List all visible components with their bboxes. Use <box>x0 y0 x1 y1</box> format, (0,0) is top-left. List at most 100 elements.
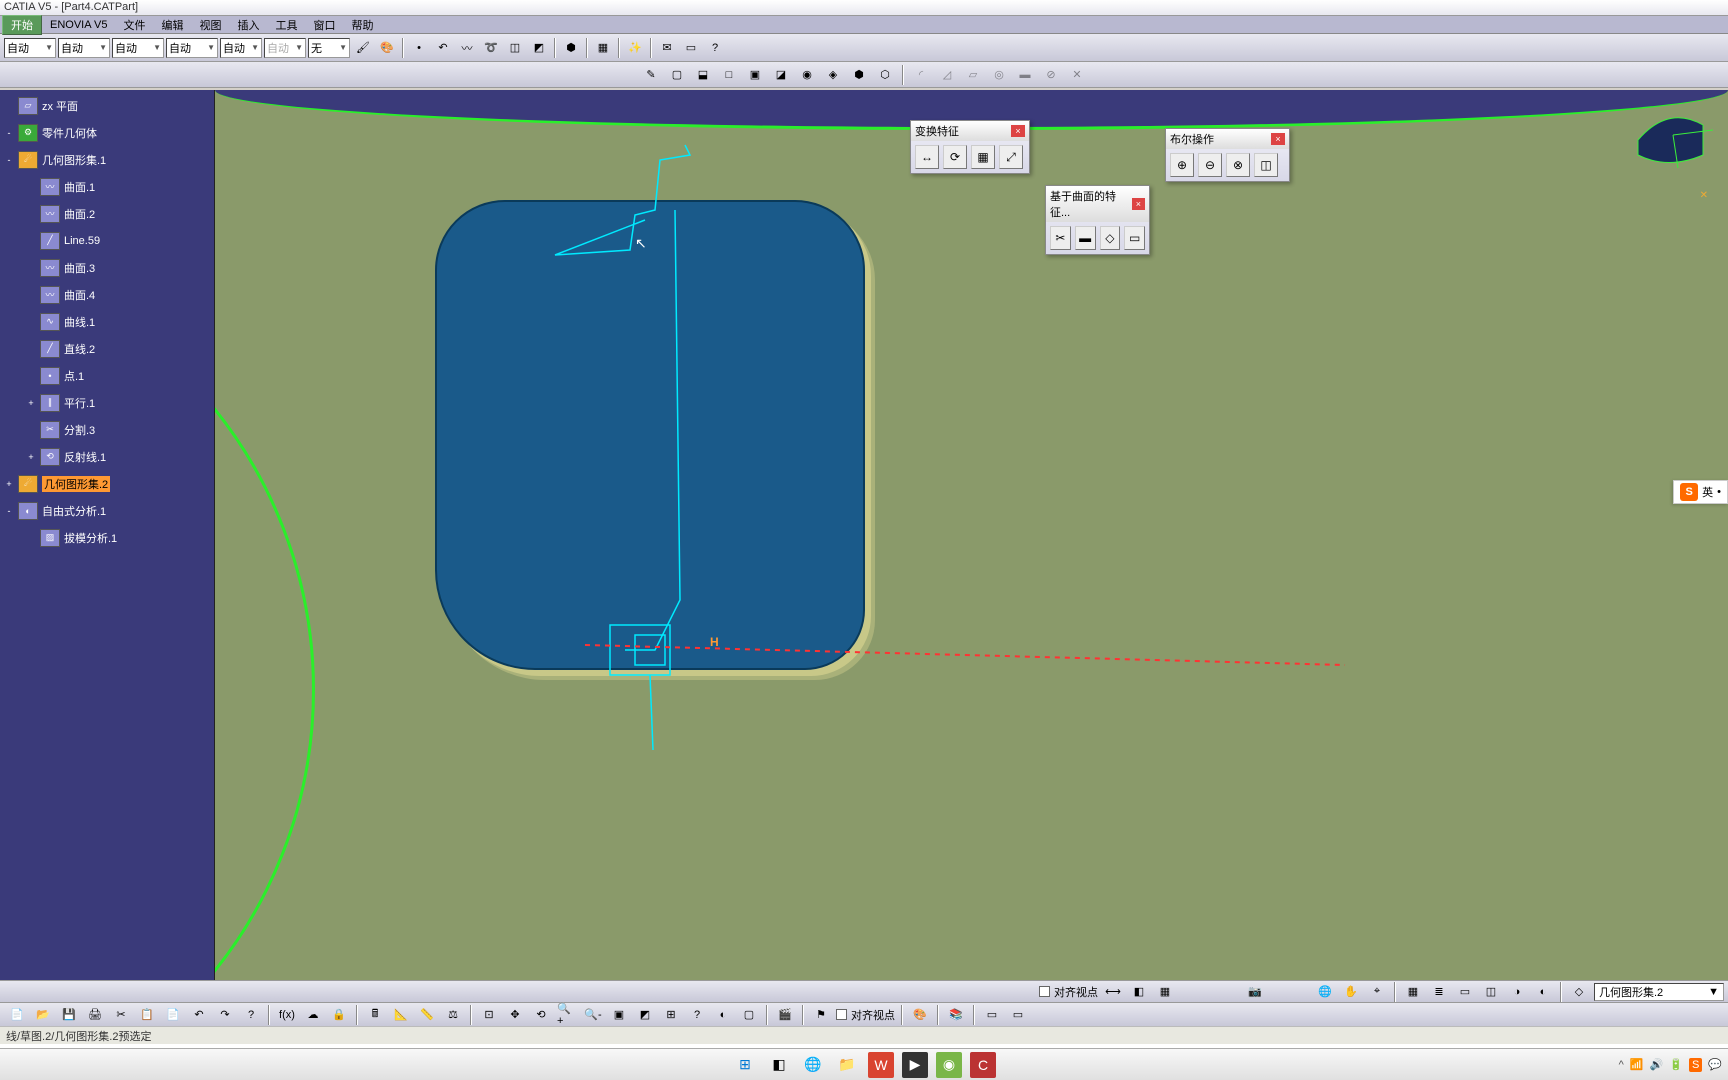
cube-solid-icon[interactable]: ◩ <box>528 37 550 59</box>
grid-icon[interactable]: ▦ <box>1402 981 1424 1003</box>
assembly-icon[interactable]: ⬢ <box>560 37 582 59</box>
shaft-icon[interactable]: ◉ <box>796 64 818 86</box>
hide-icon[interactable]: ◑ <box>1506 981 1528 1003</box>
tree-reflect-1[interactable]: +⟲反射线.1 <box>0 443 214 470</box>
menu-window[interactable]: 窗口 <box>305 16 343 34</box>
diamond-icon[interactable]: ◇ <box>1568 981 1590 1003</box>
snap-icon-1[interactable]: ⟷ <box>1102 981 1124 1003</box>
combo-auto-2[interactable]: 自动▼ <box>58 38 110 58</box>
system-tray[interactable]: ^ 📶 🔊 🔋 S 💬 <box>1619 1058 1722 1072</box>
scale-icon[interactable]: ⤢ <box>999 145 1023 169</box>
chevron-up-icon[interactable]: ^ <box>1619 1059 1624 1071</box>
loop-icon[interactable]: ➰ <box>480 37 502 59</box>
thick-icon[interactable]: ▬ <box>1075 226 1096 250</box>
pad-icon[interactable]: ▣ <box>744 64 766 86</box>
ime-more-icon[interactable]: • <box>1717 486 1721 498</box>
cube-wire-icon[interactable]: ◫ <box>504 37 526 59</box>
tree-point-1[interactable]: •点.1 <box>0 362 214 389</box>
tree-freeform[interactable]: -◐自由式分析.1 <box>0 497 214 524</box>
sketch-icon[interactable]: ✎ <box>640 64 662 86</box>
tree-line-2[interactable]: ╱直线.2 <box>0 335 214 362</box>
palette-transform[interactable]: 变换特征× ↔ ⟳ ▦ ⤢ <box>910 120 1030 174</box>
undo-arc-icon[interactable]: ↶ <box>432 37 454 59</box>
trim-icon[interactable]: ◫ <box>1254 153 1278 177</box>
combo-auto-3[interactable]: 自动▼ <box>112 38 164 58</box>
split-icon[interactable]: ✂ <box>1050 226 1071 250</box>
3d-viewport[interactable]: H ↖ ✕ 变换特征× ↔ ⟳ ▦ ⤢ 布尔操作× ⊕ ⊖ ⊗ ◫ <box>215 90 1728 980</box>
win1-icon[interactable]: ▭ <box>981 1004 1003 1026</box>
tree-draft-analysis[interactable]: ▨拔模分析.1 <box>0 524 214 551</box>
wand-icon[interactable]: ✨ <box>624 37 646 59</box>
multi-icon[interactable]: ⬡ <box>874 64 896 86</box>
ime-tray-icon[interactable]: S <box>1689 1058 1702 1072</box>
tree-surface-2[interactable]: 〰曲面.2 <box>0 200 214 227</box>
axis-icon[interactable]: ⌖ <box>1366 981 1388 1003</box>
tree-parallel-1[interactable]: +∥平行.1 <box>0 389 214 416</box>
close-icon[interactable]: × <box>1271 133 1285 145</box>
green-app-icon[interactable]: ◉ <box>936 1052 962 1078</box>
pan-icon[interactable]: ✥ <box>504 1004 526 1026</box>
ruler-icon[interactable]: 📏 <box>416 1004 438 1026</box>
open-icon[interactable]: 📂 <box>32 1004 54 1026</box>
camera-icon[interactable]: 📷 <box>1244 981 1266 1003</box>
multi-view-icon[interactable]: ⊞ <box>660 1004 682 1026</box>
wps-icon[interactable]: W <box>868 1052 894 1078</box>
point-icon[interactable]: • <box>408 37 430 59</box>
tree-split-3[interactable]: ✂分割.3 <box>0 416 214 443</box>
zoom-in-icon[interactable]: 🔍+ <box>556 1004 578 1026</box>
close-icon[interactable]: × <box>1132 198 1145 210</box>
combo-auto-4[interactable]: 自动▼ <box>166 38 218 58</box>
tree-surface-4[interactable]: 〰曲面.4 <box>0 281 214 308</box>
remove-icon[interactable]: ⊖ <box>1198 153 1222 177</box>
shade-icon[interactable]: ◐ <box>712 1004 734 1026</box>
mail-icon[interactable]: ✉ <box>656 37 678 59</box>
edge-icon[interactable]: 🌐 <box>800 1052 826 1078</box>
win2-icon[interactable]: ▭ <box>1007 1004 1029 1026</box>
palette-boolean[interactable]: 布尔操作× ⊕ ⊖ ⊗ ◫ <box>1165 128 1290 182</box>
spec-tree[interactable]: ▱zx 平面 -⚙零件几何体 -☄几何图形集.1 〰曲面.1 〰曲面.2 ╱Li… <box>0 90 215 980</box>
red-app-icon[interactable]: C <box>970 1052 996 1078</box>
show-icon[interactable]: ◐ <box>1532 981 1554 1003</box>
menu-insert[interactable]: 插入 <box>229 16 267 34</box>
normal-icon[interactable]: ▣ <box>608 1004 630 1026</box>
close-icon[interactable]: × <box>1011 125 1025 137</box>
intersect-icon[interactable]: ⊗ <box>1226 153 1250 177</box>
paint-icon[interactable]: 🖌 <box>352 37 374 59</box>
battery-icon[interactable]: 🔋 <box>1669 1058 1683 1071</box>
sel2-icon[interactable]: ◫ <box>1480 981 1502 1003</box>
tree-zx-plane[interactable]: ▱zx 平面 <box>0 92 214 119</box>
menu-help[interactable]: 帮助 <box>343 16 381 34</box>
snap-checkbox[interactable] <box>1039 986 1050 997</box>
menu-enovia[interactable]: ENOVIA V5 <box>42 18 115 32</box>
volume-icon[interactable]: 🔊 <box>1650 1058 1664 1071</box>
brush-icon[interactable]: 🎨 <box>376 37 398 59</box>
face-icon[interactable]: ▢ <box>666 64 688 86</box>
material-icon[interactable]: 🎨 <box>909 1004 931 1026</box>
zoom-out-icon[interactable]: 🔍- <box>582 1004 604 1026</box>
palette-surface-feat[interactable]: 基于曲面的特征...× ✂ ▬ ◇ ▭ <box>1045 185 1150 255</box>
formula-icon[interactable]: f(x) <box>276 1004 298 1026</box>
cut-icon[interactable]: ✂ <box>110 1004 132 1026</box>
iso-icon[interactable]: ◩ <box>634 1004 656 1026</box>
start-icon[interactable]: ⊞ <box>732 1052 758 1078</box>
layers-icon[interactable]: ≣ <box>1428 981 1450 1003</box>
align-checkbox[interactable] <box>836 1009 847 1020</box>
fit-icon[interactable]: ⊡ <box>478 1004 500 1026</box>
lock-icon[interactable]: 🔒 <box>328 1004 350 1026</box>
tree-geoset-2[interactable]: +☄几何图形集.2 <box>0 470 214 497</box>
workobject-combo[interactable]: 几何图形集.2▼ <box>1594 983 1724 1001</box>
undo-icon[interactable]: ↶ <box>188 1004 210 1026</box>
menu-edit[interactable]: 编辑 <box>153 16 191 34</box>
rib-icon[interactable]: ◈ <box>822 64 844 86</box>
tree-line-59[interactable]: ╱Line.59 <box>0 227 214 254</box>
tree-partbody[interactable]: -⚙零件几何体 <box>0 119 214 146</box>
new-icon[interactable]: 📄 <box>6 1004 28 1026</box>
combo-none[interactable]: 无▼ <box>308 38 350 58</box>
tree-surface-3[interactable]: 〰曲面.3 <box>0 254 214 281</box>
stack-icon[interactable]: ▭ <box>680 37 702 59</box>
hand-icon[interactable]: ✋ <box>1340 981 1362 1003</box>
snap-icon-3[interactable]: ▦ <box>1154 981 1176 1003</box>
ime-indicator[interactable]: S 英 • <box>1673 480 1728 504</box>
rotate-view-icon[interactable]: ⟲ <box>530 1004 552 1026</box>
explorer-icon[interactable]: 📁 <box>834 1052 860 1078</box>
